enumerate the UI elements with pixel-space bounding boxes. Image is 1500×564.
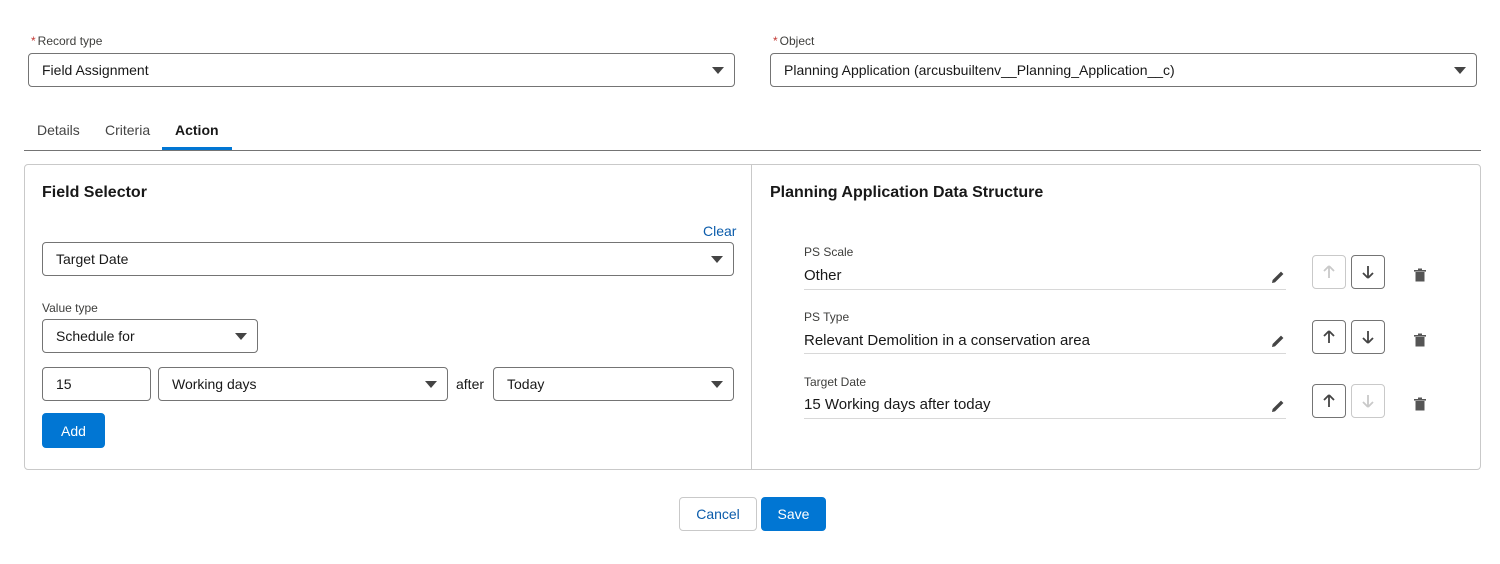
move-up-button[interactable]: [1312, 320, 1346, 354]
move-up-button[interactable]: [1312, 384, 1346, 418]
field-label: Target Date: [804, 375, 867, 389]
save-button[interactable]: Save: [761, 497, 826, 531]
data-structure-title: Planning Application Data Structure: [770, 184, 1044, 201]
pencil-icon[interactable]: [1270, 398, 1286, 414]
field-underline: [804, 353, 1286, 354]
pencil-icon[interactable]: [1270, 269, 1286, 285]
arrow-down-icon: [1362, 266, 1374, 279]
after-label: after: [456, 376, 485, 392]
field-value: Relevant Demolition in a conservation ar…: [804, 332, 1090, 349]
field-label: PS Type: [804, 310, 850, 324]
cancel-button[interactable]: Cancel: [679, 497, 757, 531]
action-panel: [24, 164, 1481, 470]
chevron-down-icon: [425, 381, 437, 388]
required-mark: *: [31, 34, 36, 48]
move-down-button[interactable]: [1351, 320, 1385, 354]
field-value: 15 Working days after today: [804, 396, 991, 413]
arrow-down-icon: [1362, 395, 1374, 408]
move-down-button[interactable]: [1351, 384, 1385, 418]
arrow-up-icon: [1323, 394, 1335, 407]
value-type-label: Value type: [42, 301, 98, 315]
add-button[interactable]: Add: [42, 413, 105, 448]
clear-link[interactable]: Clear: [703, 223, 736, 239]
field-underline: [804, 289, 1286, 290]
record-type-select[interactable]: Field Assignment: [28, 53, 735, 87]
record-type-label: * Record type: [31, 34, 103, 48]
pencil-icon[interactable]: [1270, 333, 1286, 349]
field-underline: [804, 418, 1286, 419]
arrow-up-icon: [1323, 265, 1335, 278]
chevron-down-icon: [235, 333, 247, 340]
field-value: Other: [804, 267, 842, 284]
chevron-down-icon: [711, 381, 723, 388]
field-label: PS Scale: [804, 245, 854, 259]
arrow-down-icon: [1362, 331, 1374, 344]
tab-details[interactable]: Details: [37, 122, 80, 138]
trash-icon[interactable]: [1413, 333, 1427, 347]
tab-action[interactable]: Action: [175, 122, 219, 138]
tabs-divider: [24, 150, 1481, 151]
move-up-button[interactable]: [1312, 255, 1346, 289]
required-mark: *: [773, 34, 778, 48]
move-down-button[interactable]: [1351, 255, 1385, 289]
chevron-down-icon: [1454, 67, 1466, 74]
anchor-select[interactable]: Today: [493, 367, 734, 401]
value-type-select[interactable]: Schedule for: [42, 319, 258, 353]
unit-select[interactable]: Working days: [158, 367, 448, 401]
chevron-down-icon: [711, 256, 723, 263]
field-selector-title: Field Selector: [42, 184, 147, 201]
trash-icon[interactable]: [1413, 397, 1427, 411]
chevron-down-icon: [712, 67, 724, 74]
tab-criteria[interactable]: Criteria: [105, 122, 150, 138]
field-select[interactable]: Target Date: [42, 242, 734, 276]
panel-divider: [751, 165, 752, 469]
amount-input[interactable]: 15: [42, 367, 151, 401]
trash-icon[interactable]: [1413, 268, 1427, 282]
object-label: * Object: [773, 34, 815, 48]
arrow-up-icon: [1323, 330, 1335, 343]
object-select[interactable]: Planning Application (arcusbuiltenv__Pla…: [770, 53, 1477, 87]
